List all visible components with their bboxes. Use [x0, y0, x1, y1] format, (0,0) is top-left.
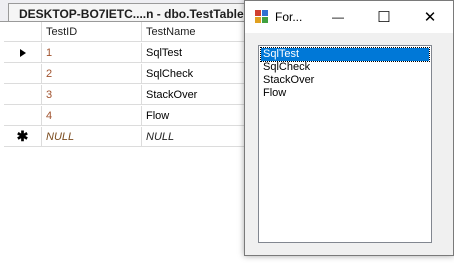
testid-cell[interactable]: 2: [42, 64, 142, 84]
new-row-star-icon: ✱: [16, 128, 29, 144]
listbox-item[interactable]: SqlTest: [260, 47, 430, 62]
close-icon: ✕: [423, 9, 437, 26]
window-title: For...: [275, 10, 303, 24]
close-button[interactable]: ✕: [407, 1, 453, 33]
testid-cell[interactable]: NULL: [42, 127, 142, 147]
row-selector[interactable]: [4, 64, 42, 84]
form-app-icon: [255, 10, 269, 24]
row-selector[interactable]: [4, 106, 42, 126]
document-tab[interactable]: DESKTOP-BO7IETC....n - dbo.TestTable: [8, 3, 253, 23]
listbox-item[interactable]: StackOver: [261, 74, 429, 87]
testid-cell[interactable]: 4: [42, 106, 142, 126]
testid-cell[interactable]: 1: [42, 43, 142, 63]
current-row-arrow-icon: [19, 48, 26, 57]
maximize-icon: ☐: [377, 9, 391, 26]
listbox-item[interactable]: Flow: [261, 87, 429, 100]
row-selector[interactable]: [4, 43, 42, 63]
minimize-icon: —: [332, 10, 344, 24]
column-header-testid[interactable]: TestID: [42, 22, 142, 42]
row-selector-header[interactable]: [4, 22, 42, 42]
form-window: For... — ☐ ✕ SqlTest SqlCheck StackOver …: [244, 0, 454, 256]
row-selector[interactable]: [4, 85, 42, 105]
row-selector[interactable]: ✱: [4, 127, 42, 147]
title-bar[interactable]: For... — ☐ ✕: [245, 1, 453, 33]
maximize-button[interactable]: ☐: [361, 1, 407, 33]
minimize-button[interactable]: —: [315, 1, 361, 33]
names-listbox[interactable]: SqlTest SqlCheck StackOver Flow: [258, 45, 432, 243]
listbox-item[interactable]: SqlCheck: [261, 61, 429, 74]
testid-cell[interactable]: 3: [42, 85, 142, 105]
